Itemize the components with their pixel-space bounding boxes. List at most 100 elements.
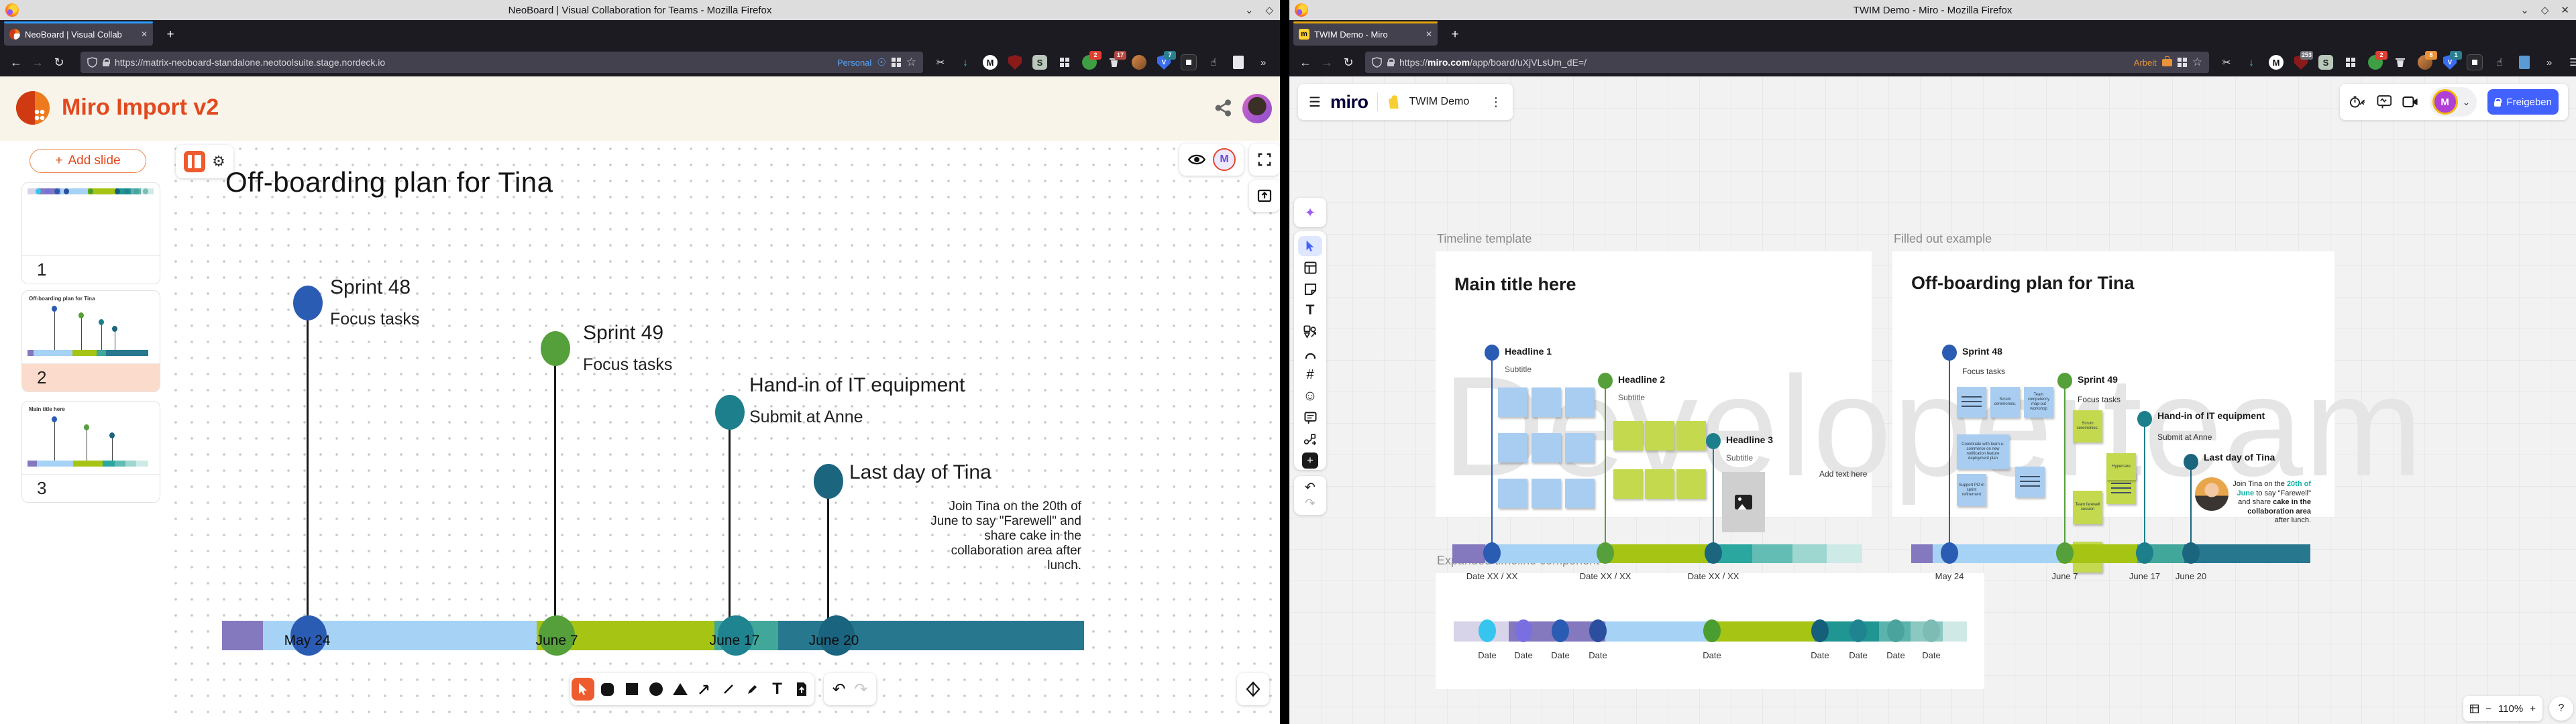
sticky-note[interactable]: Scrum ceremonies. (2073, 410, 2102, 442)
close-button[interactable]: ✕ (2561, 4, 2569, 16)
screenshot-extension-icon[interactable]: ✂ (2217, 53, 2236, 72)
templates-tool[interactable] (1294, 257, 1326, 278)
sticky-note[interactable] (1532, 479, 1561, 508)
video-call-icon[interactable] (2402, 95, 2419, 109)
mono-extension-icon[interactable]: M (981, 53, 1000, 72)
sticky-note[interactable]: Team farewell session (2073, 491, 2102, 524)
tracking-shield-icon[interactable] (1372, 57, 1382, 68)
sticky-note[interactable] (1613, 469, 1643, 499)
trash-extension-icon[interactable] (2391, 53, 2410, 72)
sticky-note[interactable] (1645, 421, 1674, 450)
widget-button[interactable] (1237, 673, 1269, 705)
screenshot-extension-icon[interactable]: ✂ (931, 53, 950, 72)
frames-icon[interactable] (2470, 704, 2479, 714)
comments-icon[interactable] (2377, 95, 2392, 109)
milestone-title[interactable]: Sprint 48 (330, 276, 411, 299)
milestone-dot-sprint48[interactable] (293, 286, 323, 320)
presence-avatar[interactable]: M (1213, 148, 1236, 171)
bookmark-star-icon[interactable]: ☆ (2192, 56, 2202, 69)
ellipse-tool[interactable] (645, 678, 667, 701)
miro-logo[interactable]: miro (1330, 92, 1368, 113)
lock-icon[interactable] (103, 58, 109, 67)
user-avatar[interactable] (1242, 94, 1272, 123)
sticky-note[interactable]: Support PO in sprint refinement (1957, 474, 1986, 506)
milestone-subtitle[interactable]: Submit at Anne (2157, 432, 2212, 442)
milestone-note[interactable]: Join Tina on the 20th of June to say "Fa… (920, 499, 1081, 573)
board-menu-icon[interactable]: ⋮ (1490, 95, 1502, 109)
milestone-dot-handin[interactable] (715, 395, 745, 430)
slide-thumbnail-3[interactable]: Main title here 3 (21, 401, 160, 503)
tab-close-icon[interactable]: ✕ (1426, 29, 1432, 39)
date-label[interactable]: Date (1922, 650, 1940, 660)
download-extension-icon[interactable]: ↓ (956, 53, 975, 72)
milestone-subtitle[interactable]: Focus tasks (2078, 395, 2121, 404)
triangle-tool[interactable] (669, 678, 692, 701)
sticky-note[interactable] (2015, 467, 2045, 497)
tab-close-icon[interactable]: ✕ (141, 29, 148, 39)
right-url-bar[interactable]: https://miro.com/app/board/uXjVLsUm_dE=/… (1365, 52, 2209, 73)
date-label[interactable]: Date XX / XX (1466, 571, 1518, 581)
s-extension-icon[interactable]: S (1030, 53, 1049, 72)
dark-square-extension-icon[interactable] (2465, 53, 2484, 72)
ai-tool-card[interactable]: ✦ (1294, 198, 1326, 227)
mono-extension-icon[interactable]: M (2267, 53, 2286, 72)
date-label[interactable]: Date (1811, 650, 1829, 660)
fullscreen-button[interactable] (1249, 143, 1280, 176)
tracking-shield-icon[interactable] (87, 57, 97, 68)
subtitle[interactable]: Subtitle (1505, 365, 1532, 374)
minimize-button[interactable]: ⌄ (2520, 4, 2529, 16)
back-button[interactable]: ← (5, 56, 27, 70)
export-button[interactable] (1249, 180, 1280, 212)
date-label[interactable]: May 24 (1935, 571, 1964, 581)
share-icon[interactable] (1213, 98, 1233, 118)
sticky-note[interactable] (1498, 387, 1527, 417)
sticky-note[interactable] (1498, 479, 1527, 508)
milestone-dot-lastday[interactable] (814, 464, 843, 499)
slides-panel-icon[interactable] (184, 151, 205, 172)
page-actions-icon[interactable] (2178, 58, 2187, 67)
reload-button[interactable]: ↻ (48, 56, 70, 70)
privacy-extension-icon[interactable]: 2 (2366, 53, 2385, 72)
slide-thumbnail-2[interactable]: Off-boarding plan for Tina 2 (21, 290, 160, 392)
overflow-chevrons-icon[interactable]: » (2540, 53, 2559, 72)
settings-gear-icon[interactable]: ⚙ (212, 153, 225, 170)
arrow-tool[interactable] (693, 678, 716, 701)
page-extension-icon[interactable] (2515, 53, 2534, 72)
rect-tool[interactable] (621, 678, 643, 701)
right-titlebar[interactable]: TWIM Demo - Miro - Mozilla Firefox ⌄ ◇ ✕ (1289, 0, 2576, 20)
pen-tool[interactable] (1294, 343, 1326, 364)
date-label[interactable]: Date (1589, 650, 1607, 660)
reload-button[interactable]: ↻ (1338, 56, 1359, 70)
tab-neoboard[interactable]: NeoBoard | Visual Collab ✕ (4, 23, 153, 46)
sticky-note[interactable] (1565, 479, 1595, 508)
thumb-extension-icon[interactable]: ☝ (2490, 53, 2509, 72)
trash-extension-icon[interactable]: 17 (1105, 53, 1124, 72)
app-menu-icon[interactable]: ☰ (2565, 53, 2576, 72)
milestone-headline[interactable]: Hand-in of IT equipment (2157, 410, 2265, 421)
line-tool[interactable] (717, 678, 740, 701)
redo-button[interactable]: ↷ (1305, 495, 1316, 511)
sticky-note[interactable] (1565, 387, 1595, 417)
date-label[interactable]: June 20 (2176, 571, 2206, 581)
shield-extension-icon[interactable]: 253 (2292, 53, 2310, 72)
vpn-shield-extension-icon[interactable]: V 7 (1155, 53, 1173, 72)
frame-label[interactable]: Filled out example (1894, 232, 1992, 246)
eye-icon[interactable] (1187, 150, 1206, 169)
milestone-headline[interactable]: Sprint 48 (1962, 346, 2002, 357)
undo-button[interactable]: ↶ (1305, 479, 1316, 495)
milestone-headline[interactable]: Last day of Tina (2204, 452, 2275, 463)
sticky-note[interactable] (1532, 433, 1561, 463)
headline[interactable]: Headline 2 (1618, 374, 1665, 385)
sticky-note[interactable] (1957, 387, 1986, 418)
more-tools-button[interactable]: + (1294, 450, 1326, 471)
board-name[interactable]: TWIM Demo (1409, 96, 1469, 108)
example-timeline-bar[interactable] (1911, 544, 2310, 563)
add-text-placeholder[interactable]: Add text here (1819, 469, 1867, 479)
bookmark-star-icon[interactable]: ☆ (906, 56, 916, 69)
share-button[interactable]: Freigeben (2487, 89, 2559, 115)
fox-extension-icon[interactable] (1130, 53, 1148, 72)
forward-button[interactable]: → (27, 56, 48, 70)
back-button[interactable]: ← (1295, 56, 1316, 70)
apps-tool[interactable] (1294, 428, 1326, 450)
subtitle[interactable]: Subtitle (1726, 453, 1753, 463)
